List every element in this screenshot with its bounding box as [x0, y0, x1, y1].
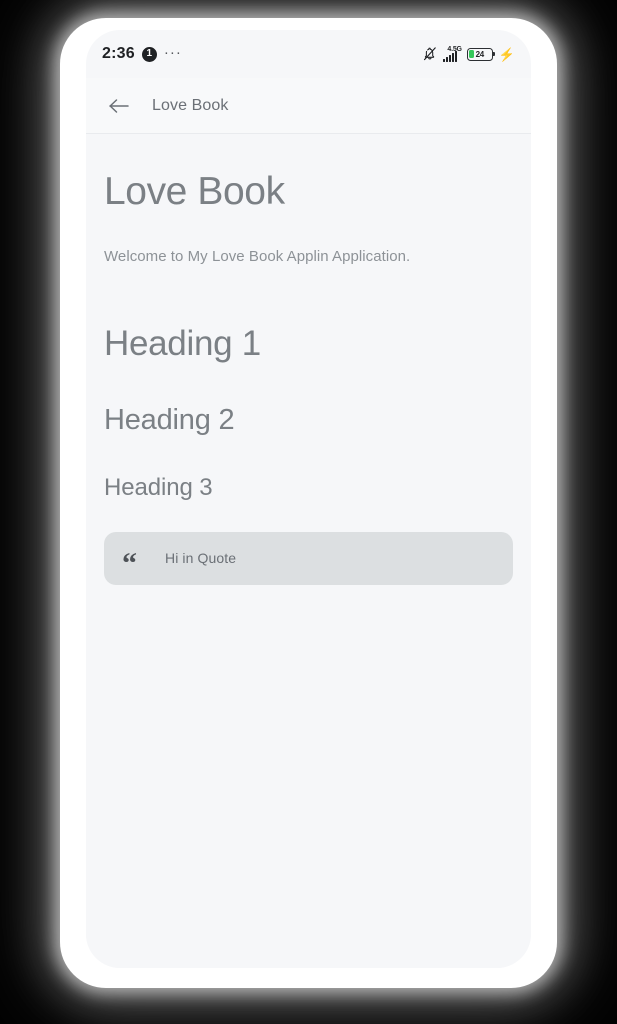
page-title: Love Book	[104, 170, 285, 213]
phone-frame: 2:36 1 ··· 4.5G 24 ⚡ Love Book Love Book…	[60, 18, 557, 988]
phone-screen: 2:36 1 ··· 4.5G 24 ⚡ Love Book Love Book…	[86, 30, 531, 968]
page-stage: 2:36 1 ··· 4.5G 24 ⚡ Love Book Love Book…	[0, 0, 617, 1024]
bell-muted-icon	[424, 47, 437, 61]
back-button[interactable]	[104, 91, 134, 121]
quote-mark-icon: “	[122, 547, 137, 581]
heading-1: Heading 1	[104, 323, 261, 363]
network-indicator: 4.5G	[443, 46, 462, 62]
battery-icon: 24	[466, 47, 496, 61]
app-bar: Love Book	[86, 78, 531, 134]
heading-3: Heading 3	[104, 474, 213, 502]
charging-bolt-icon: ⚡	[498, 46, 515, 62]
quote-text: Hi in Quote	[165, 550, 237, 567]
arrow-left-icon	[109, 98, 129, 113]
status-bar-left: 2:36 1 ···	[102, 45, 182, 64]
battery-percent-label: 24	[475, 49, 485, 59]
notification-badge: 1	[141, 46, 157, 62]
quote-block: “ Hi in Quote	[104, 531, 513, 585]
heading-2: Heading 2	[104, 404, 235, 437]
app-bar-title: Love Book	[152, 96, 229, 114]
content-area: Love Book Welcome to My Love Book Applin…	[86, 135, 531, 968]
status-bar: 2:36 1 ··· 4.5G 24 ⚡	[86, 30, 531, 78]
welcome-paragraph: Welcome to My Love Book Applin Applicati…	[104, 247, 411, 265]
signal-strength-icon	[443, 51, 458, 62]
status-overflow-icon: ···	[163, 43, 182, 61]
status-time: 2:36	[102, 45, 135, 62]
status-bar-right: 4.5G 24 ⚡	[422, 46, 515, 62]
